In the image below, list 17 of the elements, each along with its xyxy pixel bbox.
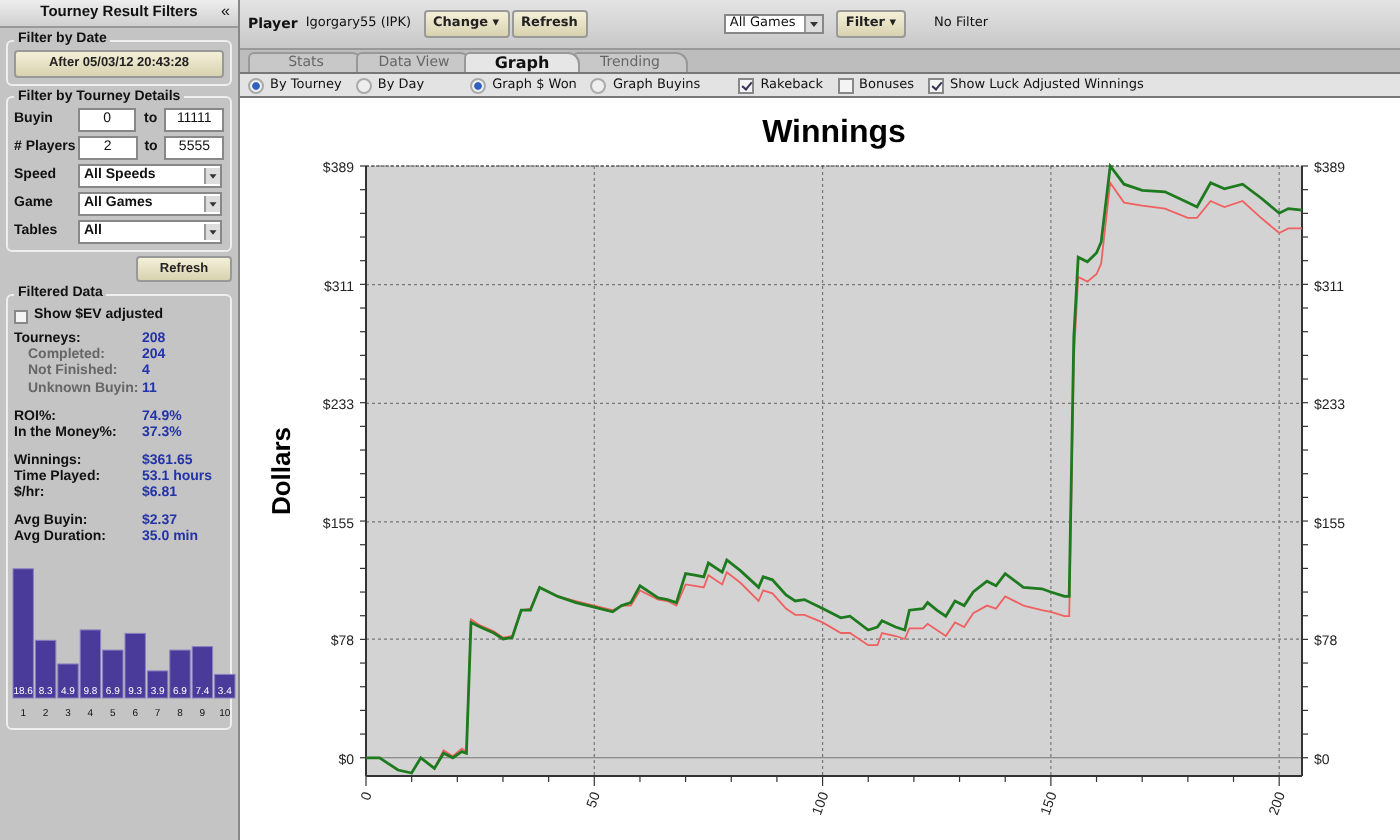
checkbox[interactable] [14,309,28,324]
chart-title: Winnings [762,116,906,150]
histogram-bar [102,649,124,699]
y-axis-label: Dollars [266,426,296,516]
radio-button[interactable] [470,77,487,93]
checkbox[interactable] [927,77,944,93]
dropdown-arrow-icon [803,16,822,32]
dropdown-arrow-icon [204,195,220,212]
dropdown-arrow-icon [204,223,220,240]
tab[interactable]: Graph [464,52,580,72]
radio-button[interactable] [355,77,372,93]
radio-button[interactable] [248,77,264,93]
checkbox[interactable] [837,77,854,93]
collapse-button[interactable]: « [221,2,230,21]
radio-button[interactable] [590,77,607,93]
dropdown-arrow-icon [204,167,220,184]
checkbox[interactable] [738,77,755,93]
